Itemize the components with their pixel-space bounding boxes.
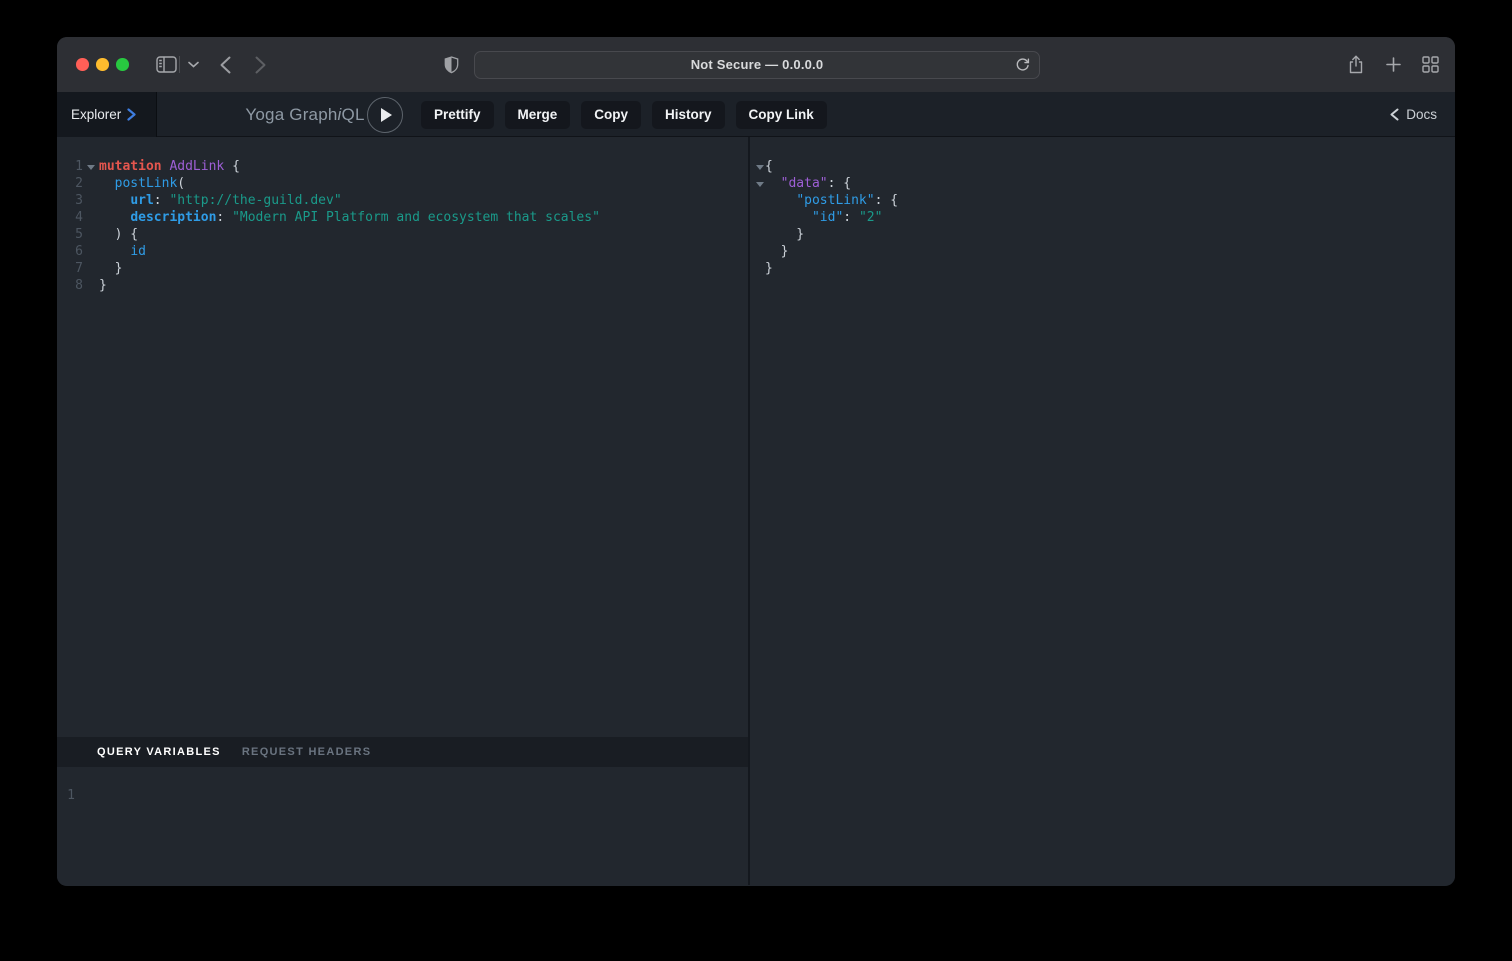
bottom-panel-tabs: QUERY VARIABLES REQUEST HEADERS (57, 737, 748, 767)
response-viewer: { "data": { "postLink": { "id": "2" } }} (750, 137, 1455, 885)
toolbar-actions: Prettify Merge Copy History Copy Link (421, 101, 827, 129)
code-line: 7 } (57, 260, 748, 277)
tab-query-variables[interactable]: QUERY VARIABLES (97, 746, 221, 758)
code-line: 3 url: "http://the-guild.dev" (57, 192, 748, 209)
copy-button[interactable]: Copy (581, 101, 641, 129)
fold-gutter (83, 175, 99, 192)
fold-gutter (83, 277, 99, 294)
line-number: 2 (57, 175, 83, 192)
code-line: "id": "2" (750, 209, 1455, 226)
history-button[interactable]: History (652, 101, 725, 129)
fold-gutter (83, 226, 99, 243)
code-text: ) { (99, 226, 138, 243)
fold-gutter (752, 209, 765, 226)
chevron-down-icon[interactable] (184, 37, 202, 92)
line-number: 5 (57, 226, 83, 243)
browser-window: Not Secure — 0.0.0.0 (57, 37, 1455, 886)
fold-arrow-icon[interactable] (83, 158, 99, 175)
traffic-lights (76, 58, 129, 71)
fold-gutter (83, 192, 99, 209)
back-button-icon[interactable] (215, 37, 235, 92)
code-text: } (99, 260, 122, 277)
fold-gutter (83, 243, 99, 260)
fold-gutter (83, 209, 99, 226)
line-number: 3 (57, 192, 83, 209)
toolbar-separator (179, 56, 180, 73)
copy-link-button[interactable]: Copy Link (736, 101, 827, 129)
query-variables-editor[interactable]: 1 (57, 767, 748, 885)
code-line: 5 ) { (57, 226, 748, 243)
workspace: 1mutation AddLink {2 postLink(3 url: "ht… (57, 137, 1455, 885)
line-number: 1 (57, 787, 75, 804)
close-window-button[interactable] (76, 58, 89, 71)
code-text: "id": "2" (765, 209, 882, 226)
forward-button-icon[interactable] (250, 37, 270, 92)
sidebar-toggle-icon[interactable] (152, 37, 180, 92)
minimize-window-button[interactable] (96, 58, 109, 71)
code-text: "postLink": { (765, 192, 898, 209)
line-number: 8 (57, 277, 83, 294)
new-tab-icon[interactable] (1382, 37, 1404, 92)
fold-arrow-icon[interactable] (752, 175, 765, 192)
explorer-toggle[interactable]: Explorer (57, 92, 157, 137)
chevron-right-icon (127, 108, 136, 121)
play-icon (381, 108, 392, 122)
fold-gutter (752, 260, 765, 277)
query-editor[interactable]: 1mutation AddLink {2 postLink(3 url: "ht… (57, 137, 748, 737)
code-text: postLink( (99, 175, 185, 192)
code-text: "data": { (765, 175, 851, 192)
code-text: { (765, 158, 773, 175)
query-pane: 1mutation AddLink {2 postLink(3 url: "ht… (57, 137, 748, 885)
share-icon[interactable] (1345, 37, 1367, 92)
code-line: } (750, 243, 1455, 260)
tab-overview-icon[interactable] (1419, 37, 1441, 92)
code-line: "postLink": { (750, 192, 1455, 209)
fold-gutter (752, 243, 765, 260)
code-line: "data": { (750, 175, 1455, 192)
code-line: 2 postLink( (57, 175, 748, 192)
address-bar[interactable]: Not Secure — 0.0.0.0 (474, 51, 1040, 79)
code-line: 8} (57, 277, 748, 294)
line-number: 6 (57, 243, 83, 260)
code-text: } (765, 226, 804, 243)
code-text: description: "Modern API Platform and ec… (99, 209, 600, 226)
code-text: } (765, 243, 788, 260)
zoom-window-button[interactable] (116, 58, 129, 71)
graphiql-header: Explorer Yoga GraphiQL Prettify Merge Co… (57, 92, 1455, 137)
address-bar-text: Not Secure — 0.0.0.0 (691, 57, 824, 72)
code-line: 6 id (57, 243, 748, 260)
code-text: id (99, 243, 146, 260)
docs-toggle[interactable]: Docs (1390, 92, 1437, 137)
code-line: 4 description: "Modern API Platform and … (57, 209, 748, 226)
browser-toolbar: Not Secure — 0.0.0.0 (57, 37, 1455, 92)
code-text: mutation AddLink { (99, 158, 240, 175)
prettify-button[interactable]: Prettify (421, 101, 494, 129)
fold-gutter (752, 226, 765, 243)
code-text: } (765, 260, 773, 277)
code-text: url: "http://the-guild.dev" (99, 192, 342, 209)
line-number: 4 (57, 209, 83, 226)
line-number: 1 (57, 158, 83, 175)
response-pane: { "data": { "postLink": { "id": "2" } }} (750, 137, 1455, 885)
chevron-left-icon (1390, 108, 1399, 121)
code-line: { (750, 158, 1455, 175)
merge-button[interactable]: Merge (505, 101, 571, 129)
privacy-shield-icon[interactable] (441, 37, 461, 92)
line-number: 7 (57, 260, 83, 277)
code-text: } (99, 277, 107, 294)
explorer-label: Explorer (71, 107, 121, 122)
fold-gutter (83, 260, 99, 277)
fold-gutter (752, 192, 765, 209)
docs-label: Docs (1406, 107, 1437, 122)
tab-request-headers[interactable]: REQUEST HEADERS (242, 746, 372, 758)
execute-query-button[interactable] (367, 97, 403, 133)
reload-icon[interactable] (1015, 57, 1030, 73)
code-line: } (750, 226, 1455, 243)
code-line: } (750, 260, 1455, 277)
fold-arrow-icon[interactable] (752, 158, 765, 175)
code-line: 1 mutation AddLink { (57, 158, 748, 175)
